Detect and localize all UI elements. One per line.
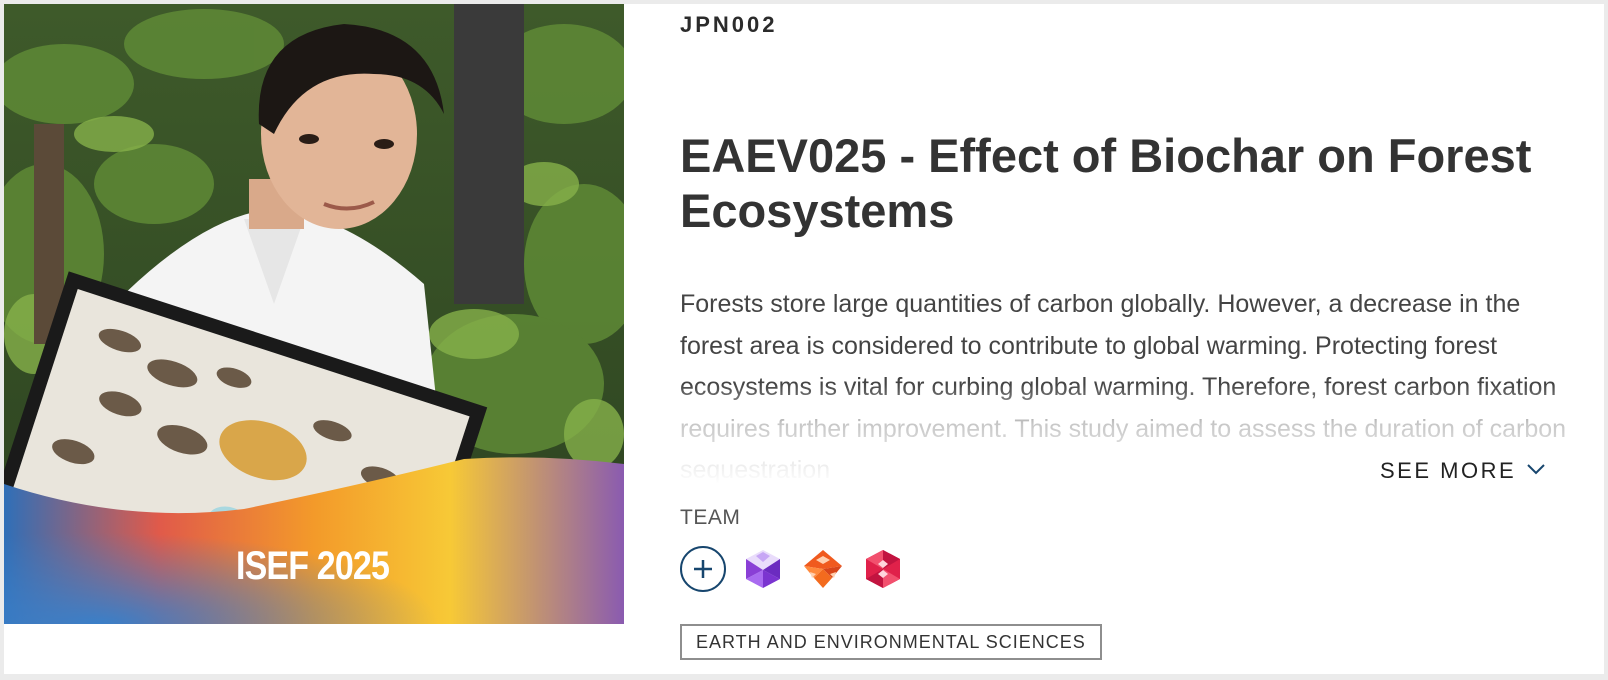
project-card: ISEF 2025 JPN002 EAEV025 - Effect of Bio… bbox=[4, 4, 1604, 674]
orange-geometric-avatar-icon bbox=[804, 550, 842, 588]
team-member-avatar[interactable] bbox=[740, 546, 786, 592]
see-more-button[interactable]: SEE MORE bbox=[1380, 452, 1580, 490]
team-members-row bbox=[680, 546, 906, 592]
student-photo-image bbox=[4, 4, 624, 624]
chevron-down-icon bbox=[1526, 462, 1546, 480]
plus-circle-icon bbox=[694, 560, 712, 578]
red-geometric-avatar-icon bbox=[866, 550, 900, 588]
project-details: JPN002 EAEV025 - Effect of Biochar on Fo… bbox=[680, 4, 1580, 674]
isef-badge-text: ISEF 2025 bbox=[236, 544, 390, 588]
team-label: TEAM bbox=[680, 506, 741, 529]
team-member-avatar[interactable] bbox=[800, 546, 846, 592]
see-more-label: SEE MORE bbox=[1380, 458, 1517, 483]
purple-geometric-avatar-icon bbox=[746, 550, 780, 588]
add-team-member-button[interactable] bbox=[680, 546, 726, 592]
project-title: EAEV025 - Effect of Biochar on Forest Ec… bbox=[680, 129, 1532, 237]
category-tag[interactable]: EARTH AND ENVIRONMENTAL SCIENCES bbox=[680, 624, 1102, 660]
project-photo: ISEF 2025 bbox=[4, 4, 624, 624]
project-code: JPN002 bbox=[680, 12, 778, 37]
team-member-avatar[interactable] bbox=[860, 546, 906, 592]
